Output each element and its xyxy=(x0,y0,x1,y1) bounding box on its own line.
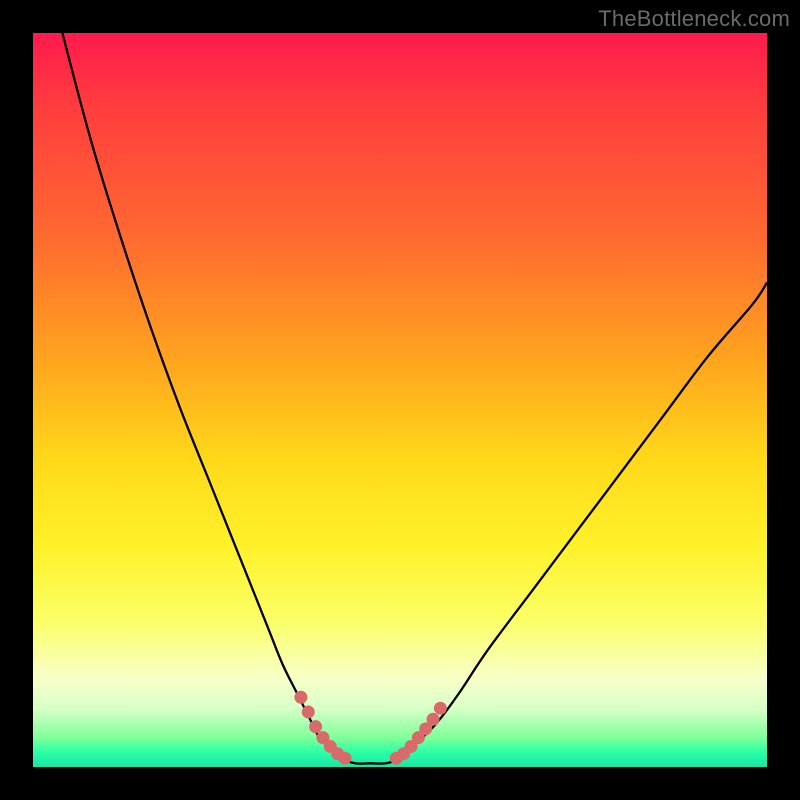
outer-frame: TheBottleneck.com xyxy=(0,0,800,800)
plot-area xyxy=(33,33,767,767)
bottleneck-curve-left xyxy=(62,33,341,760)
valley-marker xyxy=(302,705,315,718)
chart-svg xyxy=(33,33,767,767)
valley-markers-right xyxy=(390,702,447,765)
valley-marker xyxy=(434,702,447,715)
bottleneck-curve-right xyxy=(400,283,767,760)
valley-marker xyxy=(309,720,322,733)
watermark-text: TheBottleneck.com xyxy=(598,6,790,32)
valley-marker xyxy=(427,713,440,726)
valley-markers-left xyxy=(294,691,351,765)
valley-marker xyxy=(338,752,351,765)
valley-marker xyxy=(294,691,307,704)
